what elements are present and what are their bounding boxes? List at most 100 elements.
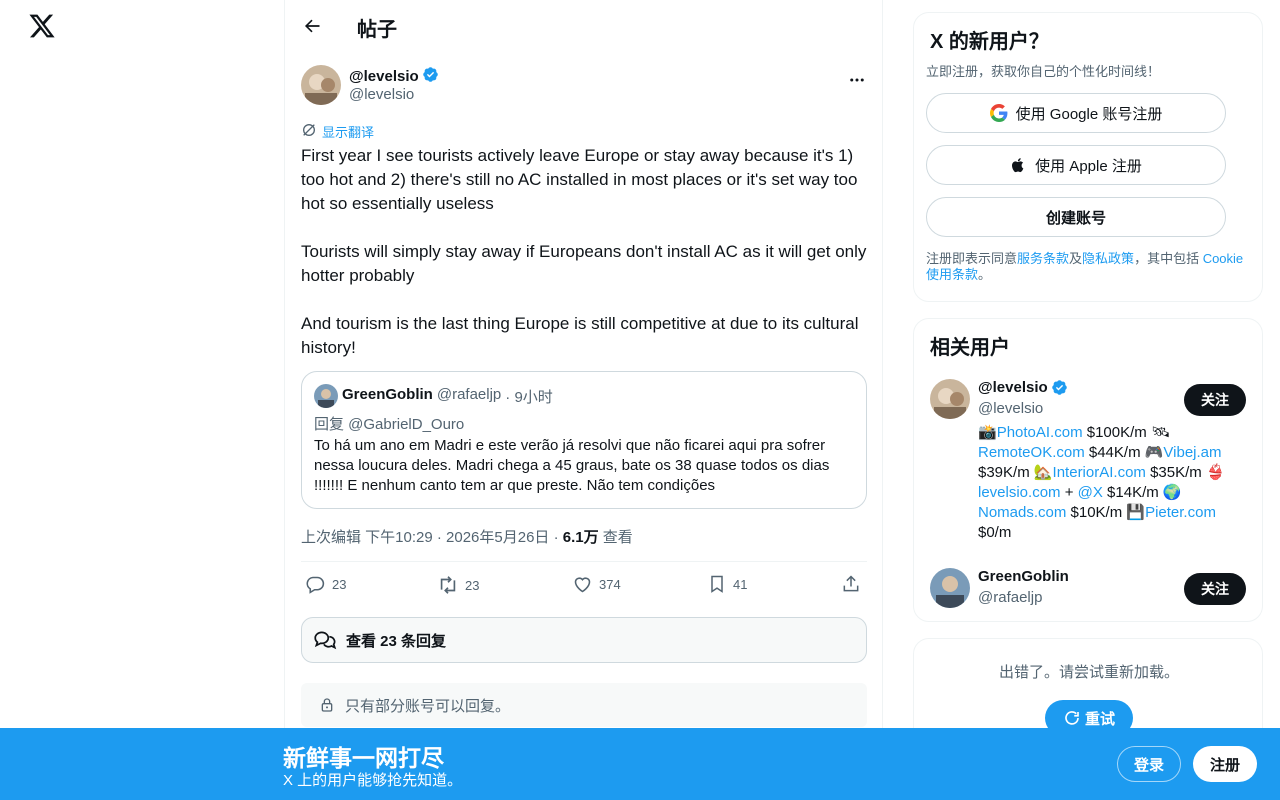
- error-message: 出错了。请尝试重新加载。: [998, 664, 1179, 681]
- quoted-author-name: GreenGoblin: [342, 386, 433, 403]
- bio-link[interactable]: Pieter.com: [1145, 504, 1216, 521]
- post-paragraph: And tourism is the last thing Europe is …: [301, 314, 859, 357]
- bookmark-count: 41: [733, 576, 748, 592]
- like-count: 374: [599, 577, 621, 592]
- author-name-text[interactable]: @levelsio: [349, 68, 419, 85]
- retry-label[interactable]: 重试: [1085, 708, 1115, 729]
- bio-text: $100K/m 🛰: [1082, 424, 1170, 441]
- bio-text: $10K/m 💾: [1066, 504, 1146, 521]
- reply-restriction-text: 只有部分账号可以回复。: [345, 697, 511, 715]
- quoted-author-handle: @rafaeljp: [436, 386, 502, 403]
- terms-prefix: 注册即表示同意: [926, 251, 1018, 266]
- author-name[interactable]: @levelsio: [349, 66, 439, 87]
- terms-text: 注册即表示同意服务条款及隐私政策，其中包括 Cookie 使用条款。: [926, 251, 1252, 283]
- verified-badge-icon: [422, 66, 439, 87]
- related-user-name[interactable]: @levelsio: [978, 379, 1068, 396]
- google-icon: [989, 104, 1008, 122]
- reply-icon: [306, 576, 325, 594]
- follow-button[interactable]: 关注: [1184, 384, 1246, 416]
- view-replies-button[interactable]: 查看 23 条回复: [301, 617, 867, 663]
- post-text: First year I see tourists actively leave…: [301, 144, 867, 384]
- terms-of-service-link[interactable]: 服务条款: [1017, 251, 1069, 266]
- related-user-handle: @rafaeljp: [978, 589, 1043, 606]
- quoted-post-header: GreenGoblin @rafaeljp · 9小时: [342, 386, 553, 407]
- related-user[interactable]: @levelsio @levelsio 关注 📸PhotoAI.com $100…: [930, 379, 1248, 559]
- signup-card: X 的新用户？ 立即注册，获取你自己的个性化时间线！ 使用 Google 账号注…: [913, 12, 1263, 302]
- views-label: 查看: [602, 529, 633, 546]
- related-users-title: 相关用户: [930, 337, 1010, 359]
- bio-link[interactable]: InteriorAI.com: [1053, 464, 1146, 481]
- signup-title: X 的新用户？: [930, 31, 1049, 53]
- heart-icon: [574, 577, 591, 593]
- apple-signup-label[interactable]: 使用 Apple 注册: [1035, 155, 1142, 176]
- avatar[interactable]: [301, 65, 341, 105]
- left-rail: [0, 0, 284, 800]
- like-button[interactable]: 374: [572, 574, 621, 595]
- bio-text: $14K/m 🌍: [1102, 484, 1182, 501]
- action-bar: 23 23 374 41: [301, 561, 867, 611]
- post-paragraph: Tourists will simply stay away if Europe…: [301, 242, 867, 285]
- top-bar: 帖子: [285, 0, 883, 53]
- avatar: [314, 384, 338, 408]
- signup-subtitle: 立即注册，获取你自己的个性化时间线！: [926, 64, 1161, 79]
- quoted-post-text: To há um ano em Madri e este verão já re…: [314, 437, 830, 494]
- apple-icon: [1012, 158, 1024, 173]
- banner-title: 新鲜事一网打尽: [283, 745, 444, 771]
- reply-count: 23: [332, 577, 347, 592]
- repost-button[interactable]: 23: [437, 574, 479, 596]
- avatar[interactable]: [930, 568, 970, 608]
- lock-icon: [321, 698, 333, 712]
- bio-link[interactable]: RemoteOK.com: [978, 444, 1085, 461]
- user-bio: 📸PhotoAI.com $100K/m 🛰 RemoteOK.com $44K…: [978, 423, 1250, 543]
- avatar[interactable]: [930, 379, 970, 419]
- privacy-policy-link[interactable]: 隐私政策: [1082, 251, 1134, 266]
- bio-text: $44K/m 🎮: [1084, 444, 1164, 461]
- translate-link[interactable]: 显示翻译: [301, 122, 374, 141]
- login-button[interactable]: 登录: [1117, 746, 1181, 782]
- main-column: 帖子 @levelsio @levelsio 显示翻译 First year I…: [284, 0, 883, 800]
- post-meta: 上次编辑 下午10:29 · 2026年5月26日 · 6.1万 查看: [301, 526, 633, 547]
- bio-mention-link[interactable]: @X: [1078, 484, 1103, 501]
- related-user[interactable]: GreenGoblin @rafaeljp 关注: [930, 568, 1248, 612]
- bio-link[interactable]: Vibej.am: [1163, 444, 1221, 461]
- follow-button[interactable]: 关注: [1184, 573, 1246, 605]
- x-logo-icon[interactable]: [28, 12, 56, 40]
- author-handle[interactable]: @levelsio: [349, 86, 414, 103]
- quoted-post[interactable]: GreenGoblin @rafaeljp · 9小时 回复 @GabrielD…: [301, 371, 867, 509]
- post-timestamp[interactable]: 上次编辑 下午10:29 · 2026年5月26日 ·: [301, 529, 559, 546]
- quoted-post-time: · 9小时: [505, 389, 553, 406]
- bio-text: 📸: [978, 424, 997, 441]
- terms-including: ，其中包括: [1134, 251, 1203, 266]
- create-account-button[interactable]: 创建账号: [926, 197, 1226, 237]
- terms-and: 及: [1069, 251, 1083, 266]
- verified-badge-icon: [1051, 380, 1067, 395]
- bio-text: $35K/m 👙: [1145, 464, 1225, 481]
- view-replies-label[interactable]: 查看 23 条回复: [346, 630, 446, 651]
- create-account-label[interactable]: 创建账号: [1046, 207, 1106, 228]
- apple-signup-button[interactable]: 使用 Apple 注册: [926, 145, 1226, 185]
- more-options-icon[interactable]: [845, 68, 869, 92]
- related-user-name[interactable]: GreenGoblin: [978, 568, 1069, 585]
- reply-button[interactable]: 23: [305, 574, 346, 595]
- google-signup-button[interactable]: 使用 Google 账号注册: [926, 93, 1226, 133]
- post-paragraph: First year I see tourists actively leave…: [301, 146, 858, 213]
- repost-count: 23: [465, 577, 480, 593]
- reply-restriction-notice: 只有部分账号可以回复。: [301, 683, 867, 727]
- google-signup-label[interactable]: 使用 Google 账号注册: [1016, 103, 1163, 124]
- back-arrow-icon[interactable]: [297, 11, 327, 41]
- bookmark-button[interactable]: 41: [707, 574, 747, 594]
- signup-banner: 新鲜事一网打尽 X 上的用户能够抢先知道。 登录 注册: [0, 728, 1280, 800]
- refresh-icon: [1065, 711, 1079, 725]
- bookmark-icon: [711, 575, 723, 593]
- translate-label[interactable]: 显示翻译: [322, 122, 374, 141]
- share-button[interactable]: [841, 574, 861, 594]
- related-user-name-text[interactable]: @levelsio: [978, 379, 1048, 396]
- terms-period: 。: [978, 267, 992, 282]
- bio-link[interactable]: levelsio.com: [978, 484, 1061, 501]
- bio-link[interactable]: PhotoAI.com: [997, 424, 1083, 441]
- share-icon: [843, 575, 859, 592]
- bio-link[interactable]: Nomads.com: [978, 504, 1066, 521]
- page-title: 帖子: [357, 19, 397, 41]
- signup-button[interactable]: 注册: [1193, 746, 1257, 782]
- banner-subtitle: X 上的用户能够抢先知道。: [283, 772, 463, 789]
